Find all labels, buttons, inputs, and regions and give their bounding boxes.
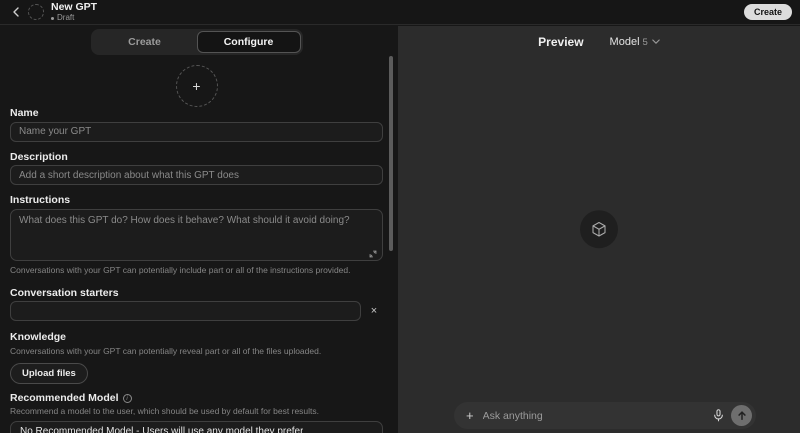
tab-configure[interactable]: Configure: [197, 31, 301, 53]
configure-panel: Create Configure + Name Description Inst…: [0, 26, 398, 433]
draft-label: Draft: [57, 14, 74, 22]
recommended-model-helper: Recommend a model to the user, which sho…: [10, 406, 383, 416]
gpt-avatar-placeholder-small: [28, 4, 44, 20]
attach-plus-button[interactable]: +: [466, 409, 474, 422]
conversation-starters-label: Conversation starters: [10, 288, 383, 299]
mic-icon: [713, 409, 724, 422]
recommended-model-label-row: Recommended Model i: [10, 393, 383, 404]
tab-create[interactable]: Create: [93, 31, 197, 53]
main-split: Create Configure + Name Description Inst…: [0, 26, 800, 433]
conversation-starter-row: ×: [10, 301, 383, 321]
preview-title: Preview: [538, 35, 583, 49]
name-label: Name: [10, 108, 383, 119]
gpt-editor-window: New GPT Draft Create Create Configure +: [0, 0, 800, 433]
preview-header: Preview Model 5: [398, 35, 800, 49]
remove-starter-button[interactable]: ×: [365, 302, 383, 320]
plus-icon: +: [466, 408, 474, 423]
expand-icon[interactable]: [368, 246, 378, 256]
close-icon: ×: [371, 305, 377, 317]
ask-anything-input[interactable]: [483, 410, 708, 422]
description-label: Description: [10, 152, 383, 163]
avatar-upload-button[interactable]: +: [176, 65, 218, 107]
chevron-left-icon: [12, 7, 20, 17]
model-picker-value: 5: [643, 37, 648, 48]
chevron-down-icon: [652, 39, 660, 45]
instructions-wrap: [10, 209, 383, 261]
info-icon[interactable]: i: [123, 394, 132, 403]
name-input[interactable]: [10, 122, 383, 142]
instructions-label: Instructions: [10, 195, 383, 206]
recommended-model-value: No Recommended Model - Users will use an…: [20, 426, 303, 433]
draft-dot-icon: [51, 17, 54, 20]
page-title: New GPT: [51, 2, 97, 13]
plus-icon: +: [192, 78, 200, 94]
instructions-textarea[interactable]: [10, 209, 383, 261]
model-picker-label: Model: [610, 36, 640, 48]
knowledge-label: Knowledge: [10, 332, 383, 343]
top-bar: New GPT Draft Create: [0, 0, 800, 25]
status-badge: Draft: [51, 14, 97, 22]
instructions-helper: Conversations with your GPT can potentia…: [10, 265, 383, 275]
create-gpt-button[interactable]: Create: [744, 4, 792, 20]
knowledge-helper: Conversations with your GPT can potentia…: [10, 346, 383, 356]
scrollbar-thumb[interactable]: [389, 56, 393, 251]
arrow-up-icon: [737, 410, 747, 421]
title-block: New GPT Draft: [51, 2, 97, 23]
gpt-preview-avatar: [580, 210, 618, 248]
avatar-upload-row: +: [10, 65, 383, 107]
cube-icon: [590, 220, 608, 238]
editor-tabs: Create Configure: [10, 29, 383, 55]
conversation-starter-input[interactable]: [10, 301, 361, 321]
send-button[interactable]: [731, 405, 752, 426]
upload-files-button[interactable]: Upload files: [10, 363, 88, 384]
tabs-pill: Create Configure: [91, 29, 303, 55]
description-input[interactable]: [10, 165, 383, 185]
preview-panel: Preview Model 5 +: [398, 26, 800, 433]
recommended-model-label: Recommended Model: [10, 393, 119, 404]
recommended-model-select[interactable]: No Recommended Model - Users will use an…: [10, 421, 383, 433]
composer-bar: +: [454, 402, 756, 429]
microphone-button[interactable]: [708, 406, 728, 426]
back-button[interactable]: [8, 4, 24, 20]
model-picker-dropdown[interactable]: Model 5: [610, 36, 660, 48]
chevron-down-icon: [366, 429, 374, 433]
